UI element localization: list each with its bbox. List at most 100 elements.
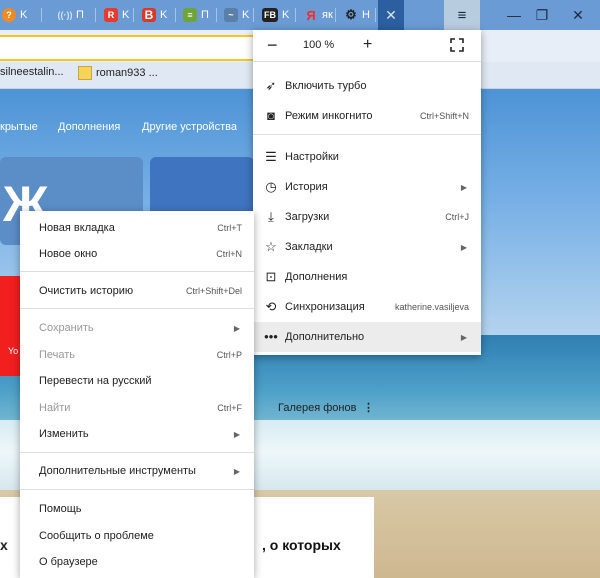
sync-icon: ⟲: [265, 299, 277, 314]
menu-item-shortcut: Ctrl+T: [217, 223, 242, 233]
chevron-right-icon: ▶: [233, 323, 240, 333]
hamburger-icon: ≡: [457, 6, 467, 24]
news-text: х: [0, 537, 8, 553]
gallery-link[interactable]: Галерея фонов: [278, 402, 356, 414]
tab-5[interactable]: ≡ П: [183, 0, 217, 30]
news-text: , о которых: [262, 537, 341, 553]
bookmark-icon: [78, 66, 92, 80]
chevron-right-icon: ▶: [460, 332, 467, 342]
page-nav-link[interactable]: крытые: [0, 121, 38, 133]
menu-item-clear-history[interactable]: Очистить историю Ctrl+Shift+Del: [20, 276, 254, 306]
menu-item-extensions[interactable]: ⊡ Дополнения: [253, 262, 481, 292]
incognito-icon: ◙: [267, 108, 275, 123]
tab-4[interactable]: B K: [142, 0, 176, 30]
menu-item-dev-tools[interactable]: Дополнительные инструменты ▶: [20, 456, 254, 486]
tab-2[interactable]: ((·)) П: [58, 0, 96, 30]
menu-item-downloads[interactable]: ⤓ Загрузки Ctrl+J: [253, 202, 481, 232]
tab-7[interactable]: FB K: [262, 0, 296, 30]
menu-button[interactable]: ≡: [444, 0, 480, 30]
restore-icon: ❐: [535, 6, 549, 23]
tab-label: Н: [362, 9, 370, 21]
bookmark-label: roman933 ...: [96, 67, 158, 79]
tab-label: як: [322, 9, 333, 21]
zoom-out-button[interactable]: −: [267, 35, 278, 56]
box-icon: ≡: [183, 8, 197, 22]
menu-item-new-window[interactable]: Новое окно Ctrl+N: [20, 239, 254, 269]
menu-item-bookmarks[interactable]: ☆ Закладки ▶: [253, 232, 481, 262]
browser-menu: − 100 % + ➶ Включить турбо ◙ Режим инког…: [253, 30, 481, 355]
menu-item-label: Новая вкладка: [39, 222, 115, 234]
zoom-row: − 100 % +: [253, 30, 481, 60]
close-icon: ✕: [572, 6, 584, 23]
menu-item-label: О браузере: [39, 556, 98, 568]
tile-label: Yo: [8, 346, 19, 356]
menu-item-label: Загрузки: [285, 211, 330, 223]
tab-6[interactable]: ~ K: [224, 0, 254, 30]
rocket-icon: ➶: [265, 78, 277, 93]
menu-item-label: История: [285, 181, 328, 193]
extensions-icon: ⊡: [265, 269, 277, 284]
page-nav-link[interactable]: Другие устройства: [142, 121, 237, 133]
menu-item-label: Дополнения: [285, 271, 348, 283]
bookmark-item[interactable]: roman933 ...: [78, 66, 158, 80]
tab-label: П: [201, 9, 209, 21]
menu-item-edit[interactable]: Изменить ▶: [20, 419, 254, 449]
chevron-right-icon: ▶: [460, 182, 467, 192]
tab-label: П: [76, 9, 84, 21]
k-icon: ?: [2, 8, 16, 22]
fb-icon: FB: [262, 8, 278, 22]
zoom-level: 100 %: [303, 39, 335, 51]
menu-item-shortcut: Ctrl+P: [216, 350, 242, 360]
bookmark-label: silneestalin...: [0, 66, 64, 78]
menu-item-label: Синхронизация: [285, 301, 365, 313]
menu-item-label: Очистить историю: [39, 285, 134, 297]
menu-item-shortcut: Ctrl+J: [445, 212, 469, 222]
fullscreen-icon[interactable]: [450, 38, 464, 52]
tab-label: K: [282, 9, 290, 21]
chevron-right-icon: ▶: [460, 242, 467, 252]
more-icon[interactable]: ⋮: [363, 401, 374, 414]
menu-item-save: Сохранить ▶: [20, 313, 254, 343]
tab-3[interactable]: R K: [104, 0, 134, 30]
menu-item-label: Новое окно: [39, 248, 98, 260]
menu-item-incognito[interactable]: ◙ Режим инкогнито Ctrl+Shift+N: [253, 101, 481, 131]
menu-item-turbo[interactable]: ➶ Включить турбо: [253, 71, 481, 101]
menu-item-history[interactable]: ◷ История ▶: [253, 172, 481, 202]
close-window-button[interactable]: ✕: [556, 0, 600, 30]
tab-8[interactable]: Я як: [304, 0, 336, 30]
bookmark-item[interactable]: silneestalin...: [0, 66, 64, 78]
tab-close-button[interactable]: ✕: [378, 0, 404, 30]
tab-label: K: [122, 9, 130, 21]
tab-label: K: [242, 9, 250, 21]
menu-item-label: Включить турбо: [285, 80, 367, 92]
speed-dial-tile-youtube[interactable]: Yo: [0, 276, 20, 376]
gear-icon: ⚙: [345, 7, 357, 22]
menu-item-help[interactable]: Помощь: [20, 494, 254, 524]
menu-item-shortcut: Ctrl+F: [217, 403, 242, 413]
menu-item-label: Помощь: [39, 503, 82, 515]
menu-item-label: Изменить: [39, 428, 89, 440]
chevron-right-icon: ▶: [233, 429, 240, 439]
tab-1[interactable]: ? K: [2, 0, 42, 30]
page-nav-link[interactable]: Дополнения: [58, 121, 120, 133]
b-icon: B: [142, 8, 156, 22]
menu-item-translate[interactable]: Перевести на русский: [20, 366, 254, 396]
clock-icon: ◷: [265, 179, 277, 194]
menu-item-sync[interactable]: ⟲ Синхронизация katherine.vasiljeva: [253, 292, 481, 322]
menu-item-label: Дополнительно: [285, 331, 365, 343]
menu-item-more[interactable]: ••• Дополнительно ▶: [253, 322, 481, 352]
r-icon: R: [104, 8, 118, 22]
settings-sliders-icon: ☰: [265, 149, 277, 164]
minimize-icon: —: [507, 7, 521, 23]
zoom-in-button[interactable]: +: [363, 36, 372, 54]
menu-item-settings[interactable]: ☰ Настройки: [253, 142, 481, 172]
menu-item-about[interactable]: О браузере: [20, 547, 254, 577]
menu-item-label: Сообщить о проблеме: [39, 530, 154, 542]
menu-item-label: Перевести на русский: [39, 375, 152, 387]
sync-account: katherine.vasiljeva: [394, 302, 469, 312]
tab-9[interactable]: ⚙ Н: [344, 0, 376, 30]
more-icon: •••: [264, 329, 278, 344]
menu-item-shortcut: Ctrl+Shift+Del: [185, 286, 242, 296]
menu-item-label: Сохранить: [39, 322, 94, 334]
address-input[interactable]: [0, 35, 262, 61]
